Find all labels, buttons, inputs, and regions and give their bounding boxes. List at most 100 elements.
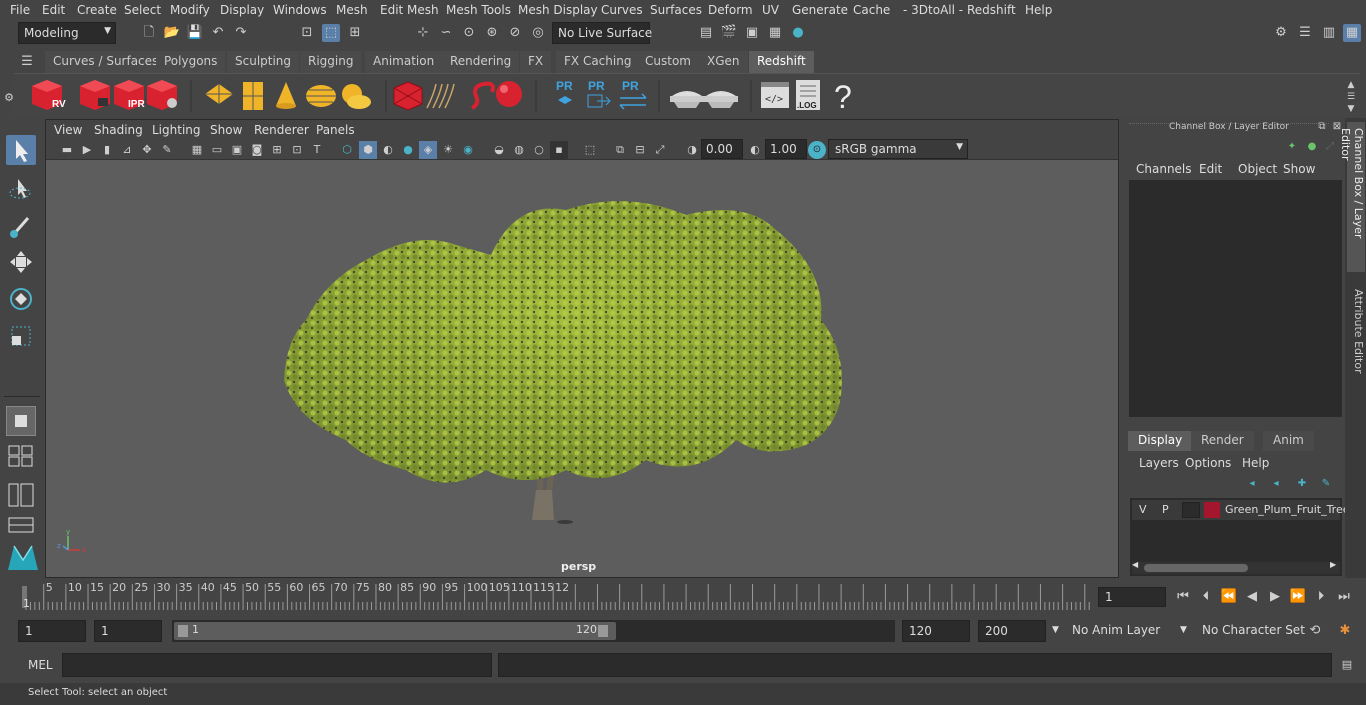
- redshift-settings-icon[interactable]: [147, 80, 177, 110]
- menu-redshift[interactable]: Redshift: [967, 3, 1016, 17]
- snap-curve-icon[interactable]: ∽: [437, 24, 455, 42]
- menu-deform[interactable]: Deform: [708, 3, 753, 17]
- undo-icon[interactable]: ↶: [209, 24, 227, 42]
- viewport-menu-lighting[interactable]: Lighting: [152, 123, 201, 137]
- colorspace-dropdown[interactable]: sRGB gamma ▼: [828, 139, 968, 159]
- menu-windows[interactable]: Windows: [273, 3, 327, 17]
- mode-selector[interactable]: Modeling ▼: [18, 22, 116, 44]
- speed-icon[interactable]: ●: [1303, 138, 1321, 156]
- go-to-end-icon[interactable]: ⏭: [1335, 588, 1353, 606]
- anti-aliasing-icon[interactable]: ○: [530, 141, 548, 159]
- four-view-layout-icon[interactable]: [6, 444, 36, 468]
- ipr-render-icon[interactable]: ▣: [743, 24, 761, 42]
- tab-custom[interactable]: Custom: [637, 51, 699, 73]
- menu-mesh[interactable]: Mesh: [336, 3, 368, 17]
- render-view-icon[interactable]: ▤: [697, 24, 715, 42]
- redshift-object-id-icon[interactable]: [471, 81, 495, 110]
- exposure-field[interactable]: 0.00: [701, 139, 743, 159]
- manipulator-icon[interactable]: ✦: [1283, 138, 1301, 156]
- render-frame-icon[interactable]: 🎬: [720, 24, 738, 42]
- menu-display[interactable]: Display: [220, 3, 264, 17]
- safe-action-icon[interactable]: ⊡: [288, 141, 306, 159]
- scroll-thumb[interactable]: [1144, 564, 1248, 572]
- menu-uv[interactable]: UV: [762, 3, 779, 17]
- motion-blur-icon[interactable]: ◍: [510, 141, 528, 159]
- shelf-scroll-down-icon[interactable]: ▼: [1342, 100, 1360, 118]
- pr-proxy-export-icon[interactable]: PR: [556, 79, 573, 104]
- layer-menu-help[interactable]: Help: [1242, 456, 1269, 470]
- select-tool-icon[interactable]: [6, 135, 36, 165]
- tab-rigging[interactable]: Rigging: [300, 51, 362, 73]
- auto-key-icon[interactable]: ⟲: [1306, 622, 1324, 640]
- scroll-left-icon[interactable]: ◀: [1132, 560, 1138, 569]
- shadows-icon[interactable]: ☀: [439, 141, 457, 159]
- bookmark-icon[interactable]: ▮: [98, 141, 116, 159]
- grease-pencil-icon[interactable]: ✎: [158, 141, 176, 159]
- hypershade-icon[interactable]: ●: [789, 24, 807, 42]
- wireframe-on-shaded-icon[interactable]: ◐: [379, 141, 397, 159]
- tab-redshift[interactable]: Redshift: [749, 51, 814, 73]
- paint-select-tool-icon[interactable]: [6, 210, 36, 240]
- redshift-spot-light-icon[interactable]: [276, 82, 296, 109]
- menu-curves[interactable]: Curves: [601, 3, 643, 17]
- tab-xgen[interactable]: XGen: [699, 51, 748, 73]
- save-scene-icon[interactable]: 💾: [186, 24, 204, 42]
- help-icon[interactable]: ?: [834, 79, 852, 115]
- image-plane-icon[interactable]: ⊿: [118, 141, 136, 159]
- animation-end-field[interactable]: 200: [978, 620, 1046, 642]
- cb-menu-edit[interactable]: Edit: [1199, 162, 1222, 176]
- channel-box-toggle-icon[interactable]: ▦: [1343, 24, 1361, 42]
- green-plum-fruit-tree-model[interactable]: [284, 201, 842, 524]
- gate-mask-icon[interactable]: ◙: [248, 141, 266, 159]
- character-set-dropdown[interactable]: No Character Set: [1196, 620, 1305, 642]
- xray-joints-icon[interactable]: ⧉: [611, 141, 629, 159]
- current-frame-field[interactable]: 1: [1098, 587, 1166, 607]
- render-settings-icon[interactable]: ▦: [766, 24, 784, 42]
- redshift-sun-sky-icon[interactable]: [342, 84, 371, 109]
- redshift-render-view-icon[interactable]: RV: [32, 80, 66, 110]
- menu-mesh-display[interactable]: Mesh Display: [518, 3, 598, 17]
- tab-rendering[interactable]: Rendering: [442, 51, 520, 73]
- tab-polygons[interactable]: Polygons: [156, 51, 226, 73]
- layer-name[interactable]: Green_Plum_Fruit_Tree: [1225, 503, 1350, 516]
- range-end-grip[interactable]: [598, 625, 608, 637]
- chevron-down-icon[interactable]: ▼: [1052, 625, 1059, 635]
- animation-start-field[interactable]: 1: [18, 620, 86, 642]
- step-forward-frame-icon[interactable]: ⏩: [1289, 588, 1307, 606]
- menu-file[interactable]: File: [10, 3, 30, 17]
- side-tab-channel-box[interactable]: Channel Box / Layer Editor: [1339, 122, 1365, 272]
- script-editor-button-icon[interactable]: ▤: [1338, 656, 1356, 674]
- snap-surface-icon[interactable]: ⊘: [506, 24, 524, 42]
- script-editor-icon[interactable]: </>: [761, 82, 789, 108]
- screen-space-ao-icon[interactable]: ◒: [490, 141, 508, 159]
- tab-fx[interactable]: FX: [520, 51, 552, 73]
- camera-select-icon[interactable]: ▬: [58, 141, 76, 159]
- viewport-menu-shading[interactable]: Shading: [94, 123, 143, 137]
- script-language-toggle[interactable]: MEL: [28, 658, 53, 672]
- step-forward-key-icon[interactable]: ⏵: [1312, 588, 1330, 606]
- tab-curves-surfaces[interactable]: Curves / Surfaces: [45, 51, 167, 73]
- redshift-dome-light-icon[interactable]: [306, 85, 336, 107]
- use-all-lights-icon[interactable]: ◈: [419, 141, 437, 159]
- step-back-key-icon[interactable]: ⏴: [1197, 588, 1215, 606]
- menu-select[interactable]: Select: [124, 3, 161, 17]
- shelf-menu-icon[interactable]: ☰: [18, 53, 36, 71]
- layer-visibility-toggle[interactable]: V: [1139, 503, 1147, 516]
- layer-playback-toggle[interactable]: P: [1162, 503, 1169, 516]
- viewport-menu-panels[interactable]: Panels: [316, 123, 355, 137]
- viewport-menu-view[interactable]: View: [54, 123, 82, 137]
- grid-icon[interactable]: ▦: [188, 141, 206, 159]
- menu-cache[interactable]: Cache: [853, 3, 890, 17]
- redshift-render-icon[interactable]: [80, 80, 110, 110]
- channel-list[interactable]: [1129, 180, 1342, 417]
- scale-tool-icon[interactable]: [6, 321, 36, 351]
- xray-icon[interactable]: ◉: [459, 141, 477, 159]
- 2d-pan-zoom-icon[interactable]: ✥: [138, 141, 156, 159]
- live-surface-field[interactable]: No Live Surface: [552, 22, 652, 44]
- select-components-icon[interactable]: ⊞: [346, 24, 364, 42]
- new-scene-icon[interactable]: 🗋: [140, 24, 158, 42]
- layer-color-swatch[interactable]: [1204, 502, 1220, 518]
- move-layer-down-icon[interactable]: ◂: [1267, 475, 1285, 493]
- frame-selection-icon[interactable]: ⤢: [651, 141, 669, 159]
- tab-animation[interactable]: Animation: [365, 51, 443, 73]
